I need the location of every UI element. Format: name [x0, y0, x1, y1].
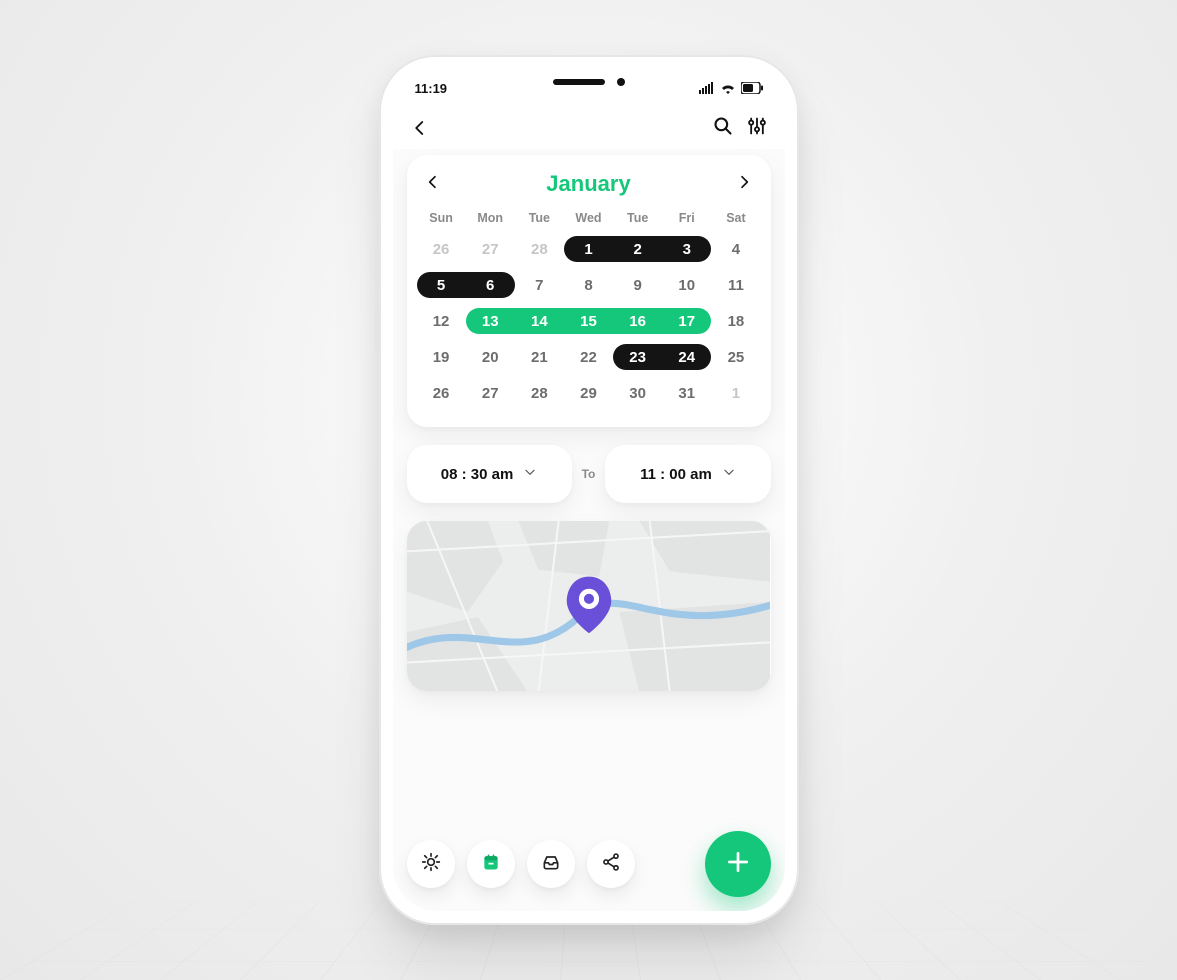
calendar-day[interactable]: 5: [417, 277, 466, 294]
share-button[interactable]: [587, 840, 635, 888]
plus-icon: [725, 849, 751, 880]
calendar-card: January SunMonTueWedTueFriSat 2627281234…: [407, 155, 771, 427]
calendar-day[interactable]: 7: [515, 277, 564, 294]
next-month-button[interactable]: [736, 174, 752, 195]
calendar-day[interactable]: 3: [662, 241, 711, 258]
calendar-day[interactable]: 9: [613, 277, 662, 294]
calendar-day[interactable]: 28: [515, 385, 564, 402]
volume-up-button: [375, 245, 379, 293]
inbox-button[interactable]: [527, 840, 575, 888]
battery-icon: [741, 82, 763, 94]
calendar-day[interactable]: 19: [417, 349, 466, 366]
calendar-day[interactable]: 22: [564, 349, 613, 366]
chevron-down-icon: [523, 465, 537, 484]
weekday-label: Tue: [515, 211, 564, 225]
calendar-day[interactable]: 26: [417, 385, 466, 402]
signal-icon: [699, 82, 715, 94]
month-label: January: [546, 171, 630, 197]
calendar-day[interactable]: 12: [417, 313, 466, 330]
weekday-label: Sat: [711, 211, 760, 225]
calendar-day[interactable]: 26: [417, 241, 466, 258]
calendar-day[interactable]: 14: [515, 313, 564, 330]
status-time: 11:19: [415, 81, 448, 96]
weekday-label: Sun: [417, 211, 466, 225]
sun-icon: [421, 852, 441, 877]
calendar-day[interactable]: 13: [466, 313, 515, 330]
calendar-day[interactable]: 2: [613, 241, 662, 258]
search-icon[interactable]: [713, 116, 733, 141]
calendar-day[interactable]: 8: [564, 277, 613, 294]
date-button[interactable]: [467, 840, 515, 888]
share-icon: [601, 852, 621, 877]
time-from-picker[interactable]: 08 : 30 am: [407, 445, 572, 503]
weekday-header: SunMonTueWedTueFriSat: [417, 211, 761, 225]
weekday-label: Wed: [564, 211, 613, 225]
calendar-week: 12131415161718: [417, 305, 761, 337]
calendar-week: 19202122232425: [417, 341, 761, 373]
bottom-actions: [407, 831, 771, 897]
status-bar: 11:19: [393, 69, 785, 107]
calendar-day[interactable]: 21: [515, 349, 564, 366]
wifi-icon: [720, 82, 736, 94]
time-to-picker[interactable]: 11 : 00 am: [605, 445, 770, 503]
calendar-day[interactable]: 24: [662, 349, 711, 366]
weekday-label: Mon: [466, 211, 515, 225]
time-from-value: 08 : 30 am: [441, 466, 514, 483]
calendar-week: 2627282930311: [417, 377, 761, 409]
calendar-day[interactable]: 25: [711, 349, 760, 366]
calendar-icon: [481, 852, 501, 877]
map-card[interactable]: [407, 521, 771, 691]
calendar-week: 2627281234: [417, 233, 761, 265]
volume-down-button: [375, 305, 379, 353]
calendar-day[interactable]: 1: [711, 385, 760, 402]
weekday-label: Tue: [613, 211, 662, 225]
calendar-day[interactable]: 20: [466, 349, 515, 366]
phone-frame: 11:19: [379, 55, 799, 925]
time-to-value: 11 : 00 am: [640, 466, 712, 483]
calendar-day[interactable]: 17: [662, 313, 711, 330]
calendar-day[interactable]: 16: [613, 313, 662, 330]
calendar-day[interactable]: 10: [662, 277, 711, 294]
calendar-day[interactable]: 4: [711, 241, 760, 258]
brightness-button[interactable]: [407, 840, 455, 888]
calendar-day[interactable]: 31: [662, 385, 711, 402]
app-navbar: [393, 107, 785, 149]
calendar-day[interactable]: 11: [711, 277, 760, 294]
calendar-day[interactable]: 29: [564, 385, 613, 402]
power-button: [799, 260, 803, 320]
time-to-label: To: [582, 467, 596, 481]
prev-month-button[interactable]: [425, 174, 441, 195]
add-button[interactable]: [705, 831, 771, 897]
calendar-day[interactable]: 28: [515, 241, 564, 258]
notch: [553, 78, 625, 86]
screen: 11:19: [393, 69, 785, 911]
filter-icon[interactable]: [747, 116, 767, 141]
weekday-label: Fri: [662, 211, 711, 225]
calendar-day[interactable]: 23: [613, 349, 662, 366]
calendar-week: 567891011: [417, 269, 761, 301]
calendar-day[interactable]: 27: [466, 241, 515, 258]
calendar-day[interactable]: 15: [564, 313, 613, 330]
back-button[interactable]: [411, 119, 429, 137]
calendar-day[interactable]: 30: [613, 385, 662, 402]
time-range-row: 08 : 30 am To 11 : 00 am: [407, 445, 771, 503]
inbox-icon: [541, 852, 561, 877]
calendar-day[interactable]: 1: [564, 241, 613, 258]
calendar-day[interactable]: 6: [466, 277, 515, 294]
side-button: [375, 195, 379, 223]
calendar-day[interactable]: 27: [466, 385, 515, 402]
calendar-day[interactable]: 18: [711, 313, 760, 330]
chevron-down-icon: [722, 465, 736, 484]
